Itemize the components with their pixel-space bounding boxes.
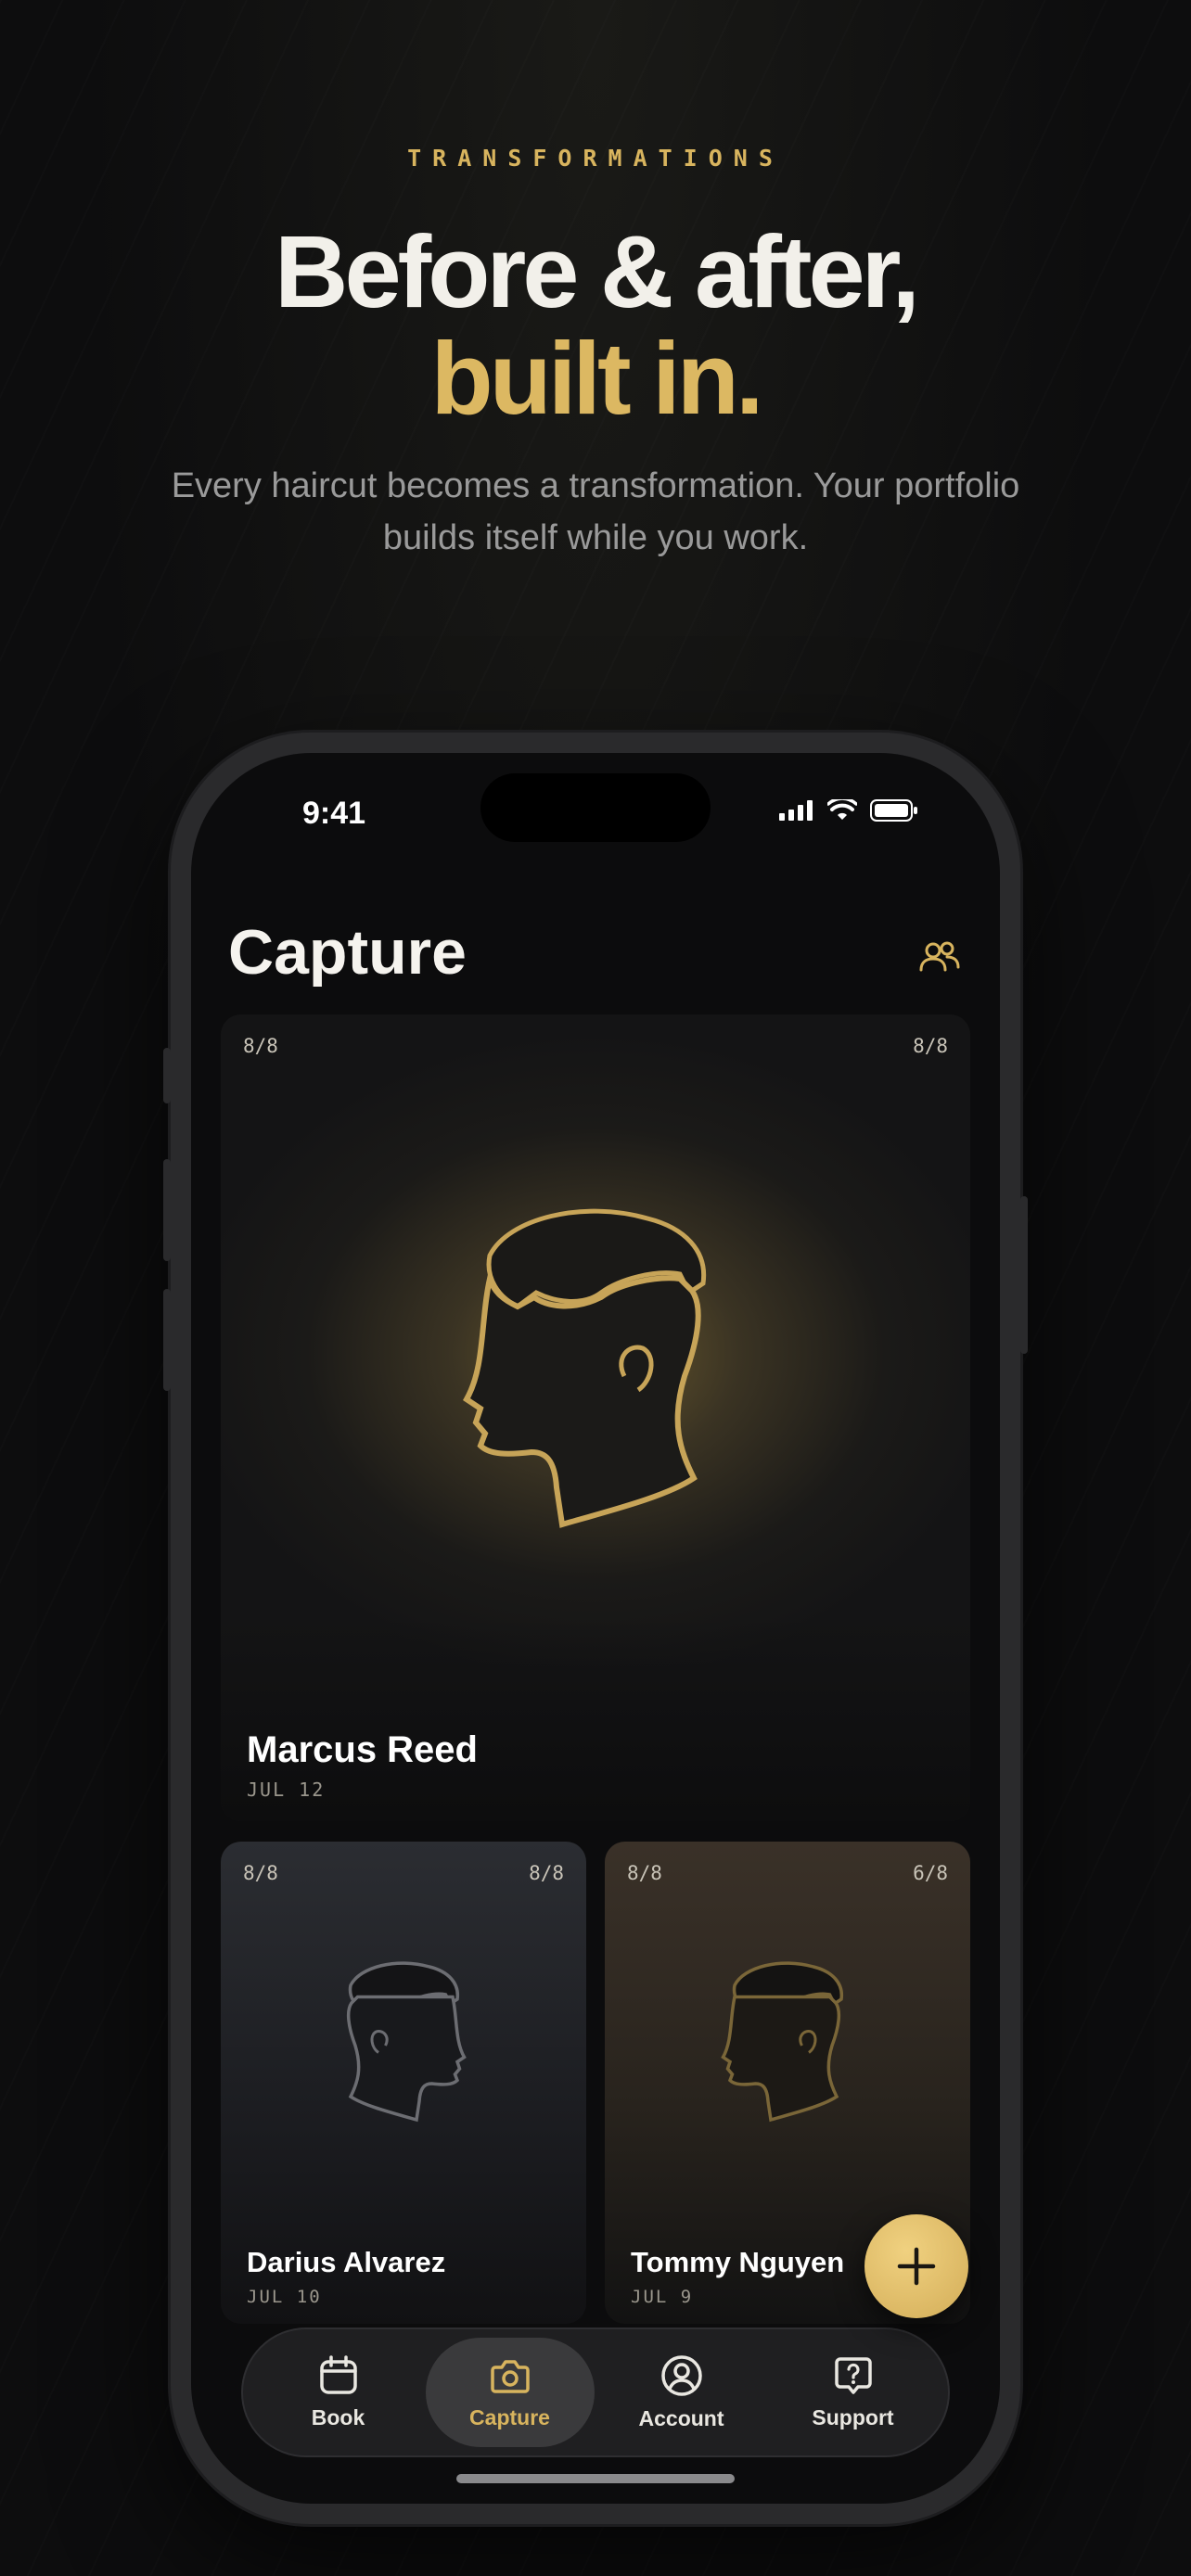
tab-bar: Book Capture Account Support: [241, 2327, 950, 2457]
screen-title: Capture: [228, 917, 467, 988]
tab-capture[interactable]: Capture: [425, 2338, 595, 2447]
after-photo-count: 6/8: [913, 1862, 948, 1884]
battery-icon: [870, 799, 917, 822]
phone-action-button: [163, 1048, 171, 1103]
before-photo-count: 8/8: [627, 1862, 662, 1884]
client-name: Darius Alvarez: [247, 2246, 446, 2278]
after-photo-count: 8/8: [529, 1862, 564, 1884]
status-icons: [779, 799, 918, 822]
home-indicator: [456, 2474, 735, 2483]
phone-volume-down-button: [163, 1289, 171, 1391]
tab-label: Capture: [469, 2404, 550, 2429]
transformation-card[interactable]: 8/8 8/8 Marcus Reed JUL 12: [221, 1014, 970, 1821]
headline-line-1: Before & after,: [275, 215, 920, 329]
tab-label: Account: [638, 2405, 724, 2430]
tab-book[interactable]: Book: [254, 2338, 423, 2447]
signal-icon: [779, 800, 813, 821]
add-capture-button[interactable]: [864, 2214, 968, 2318]
status-time: 9:41: [302, 796, 366, 831]
head-silhouette-icon: [463, 1208, 707, 1528]
tab-label: Book: [311, 2404, 365, 2429]
user-circle-icon: [660, 2354, 702, 2396]
tab-label: Support: [812, 2404, 894, 2429]
dynamic-island: [480, 773, 711, 842]
transformation-card[interactable]: 8/8 8/8 Darius Alvarez JUL 10: [221, 1842, 586, 2324]
before-photo-count: 8/8: [243, 1862, 278, 1884]
head-silhouette-icon: [346, 1961, 467, 2123]
headline-line-2: built in.: [430, 322, 763, 436]
people-icon: [919, 941, 960, 972]
client-date: JUL 10: [247, 2287, 322, 2307]
before-photo-count: 8/8: [243, 1035, 278, 1057]
calendar-icon: [319, 2354, 357, 2394]
help-bubble-icon: [834, 2356, 872, 2394]
after-photo-count: 8/8: [913, 1035, 948, 1057]
team-button[interactable]: [916, 935, 963, 981]
phone-screen: 9:41 Capture 8/8 8/8 Marcus Reed JUL 12 …: [191, 753, 1000, 2504]
tab-support[interactable]: Support: [769, 2338, 938, 2447]
eyebrow-label: TRANSFORMATIONS: [407, 145, 784, 172]
client-date: JUL 12: [247, 1779, 326, 1801]
plus-icon: [897, 2247, 936, 2286]
camera-icon: [490, 2359, 530, 2393]
phone-volume-up-button: [163, 1159, 171, 1261]
hero-subtitle: Every haircut becomes a transformation. …: [171, 466, 1020, 557]
client-name: Tommy Nguyen: [631, 2246, 845, 2278]
client-name: Marcus Reed: [247, 1729, 478, 1770]
phone-frame: 9:41 Capture 8/8 8/8 Marcus Reed JUL 12 …: [163, 733, 1028, 2524]
tab-account[interactable]: Account: [597, 2338, 766, 2447]
head-silhouette-icon: [721, 1961, 843, 2123]
wifi-icon: [827, 799, 857, 820]
client-date: JUL 9: [631, 2287, 694, 2307]
phone-power-button: [1020, 1196, 1028, 1354]
